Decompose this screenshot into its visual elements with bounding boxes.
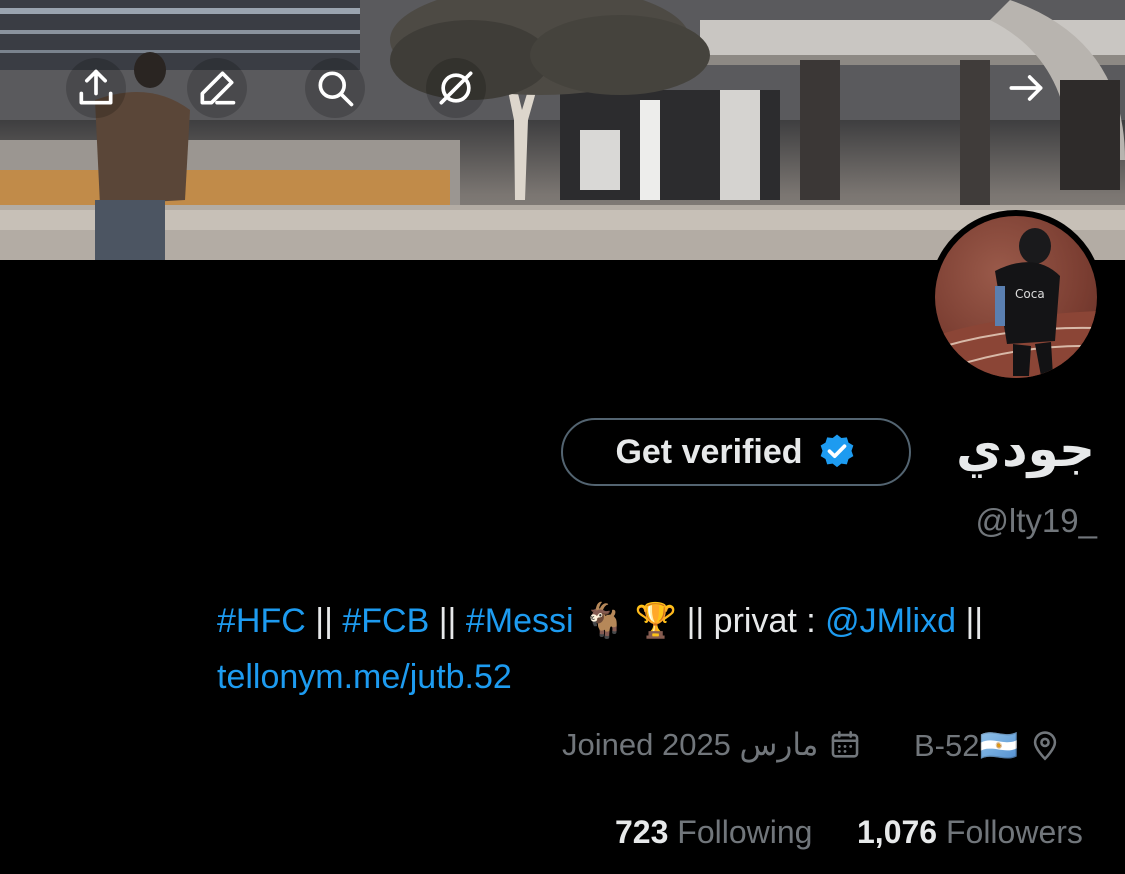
hashtag-link[interactable]: #Messi <box>466 602 574 640</box>
forward-arrow-icon <box>1009 75 1043 101</box>
search-button[interactable] <box>305 58 365 118</box>
bio-text: || privat : <box>686 602 826 640</box>
hide-button[interactable] <box>426 58 486 118</box>
followers-count-link[interactable]: 1,076 Followers <box>857 814 1083 851</box>
joined-label: Joined 2025 مارس <box>562 727 819 762</box>
hide-icon <box>439 71 473 105</box>
edit-button[interactable] <box>187 58 247 118</box>
share-icon <box>79 69 113 105</box>
display-name: جودي <box>956 420 1095 478</box>
banner-image <box>0 0 1125 260</box>
bio-separator: || <box>305 602 343 640</box>
location-label: B-52🇦🇷 <box>914 728 1019 763</box>
calendar-icon <box>832 730 859 758</box>
following-count-link[interactable]: 723 Following <box>615 814 812 851</box>
following-label: Following <box>677 814 813 850</box>
forward-button[interactable] <box>996 58 1056 118</box>
hashtag-link[interactable]: #HFC <box>217 602 306 640</box>
followers-label: Followers <box>945 814 1083 850</box>
share-button[interactable] <box>66 58 126 118</box>
followers-count: 1,076 <box>857 814 938 850</box>
verified-badge-icon <box>820 434 853 468</box>
location: B-52🇦🇷 <box>914 727 1062 764</box>
bio-separator: || <box>429 602 466 640</box>
get-verified-button[interactable]: Get verified <box>561 418 911 486</box>
location-pin-icon <box>1033 730 1057 761</box>
search-icon <box>318 71 354 107</box>
following-count: 723 <box>615 814 669 850</box>
get-verified-label: Get verified <box>615 432 803 471</box>
edit-icon <box>200 71 236 105</box>
bio-text: || <box>956 602 984 640</box>
bio-url-link[interactable]: tellonym.me/jutb.52 <box>217 658 512 696</box>
profile-bio: #HFC || #FCB || #Messi 🐐 🏆 || privat : @… <box>217 593 1097 705</box>
mention-link[interactable]: @JMlixd <box>825 602 956 640</box>
avatar-image: Coca <box>935 228 1097 378</box>
avatar[interactable]: Coca <box>929 210 1103 384</box>
bio-emoji: 🐐 🏆 <box>573 602 687 640</box>
hashtag-link[interactable]: #FCB <box>342 602 429 640</box>
profile-banner[interactable] <box>0 0 1125 260</box>
svg-text:Coca: Coca <box>1015 287 1045 301</box>
joined-date: Joined 2025 مارس <box>562 727 862 763</box>
username-handle: @lty19_ <box>975 502 1097 539</box>
